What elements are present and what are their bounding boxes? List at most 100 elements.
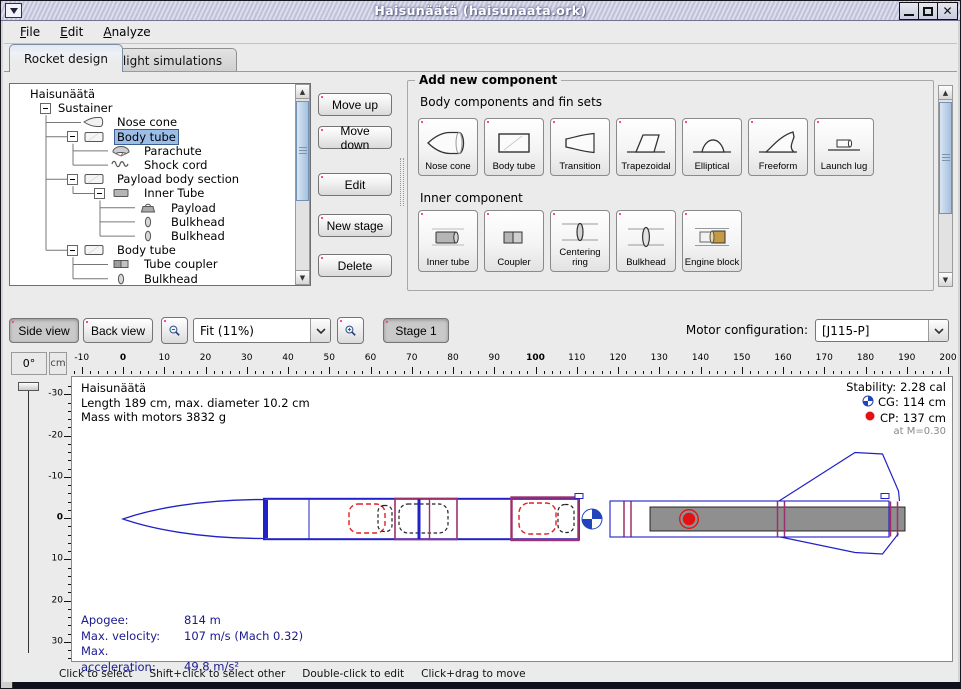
bulkhead-icon: [110, 273, 134, 285]
menu-analyze[interactable]: Analyze: [93, 22, 160, 42]
chevron-down-icon[interactable]: [310, 319, 330, 342]
back-view-button[interactable]: Back view: [83, 318, 153, 343]
launch-lug-shape[interactable]: [575, 494, 583, 499]
engine-block-icon: [690, 215, 734, 258]
component-tree[interactable]: HaisunäätäSustainerNose coneBody tubePar…: [9, 83, 311, 286]
edit-button-move-up[interactable]: Move up: [318, 93, 392, 116]
add-transition-button[interactable]: Transition: [550, 118, 610, 176]
tree-expander-icon[interactable]: [67, 131, 78, 142]
tree-item-label: Bulkhead: [169, 215, 227, 229]
body-tube-shape[interactable]: [264, 499, 579, 539]
edit-button-delete[interactable]: Delete: [318, 254, 392, 277]
tree-item[interactable]: Bulkhead: [10, 271, 294, 285]
tree-item[interactable]: Tube coupler: [10, 257, 294, 271]
status-bar: Click to selectShift+click to select oth…: [1, 665, 960, 683]
horizontal-ruler: -100102030405060708090100110120130140150…: [67, 352, 957, 375]
add-inner-tube-button[interactable]: Inner tube: [418, 210, 478, 272]
motor-configuration-label: Motor configuration:: [686, 323, 808, 337]
tree-item[interactable]: Payload body section: [10, 172, 294, 186]
tree-item[interactable]: Parachute: [10, 144, 294, 158]
edit-button-new-stage[interactable]: New stage: [318, 214, 392, 237]
add-launch-lug-button[interactable]: Launch lug: [814, 118, 874, 176]
window-menu-icon[interactable]: [5, 3, 22, 18]
rocket-info-line: Length 189 cm, max. diameter 10.2 cm: [81, 396, 310, 411]
tree-item[interactable]: Sustainer: [10, 101, 294, 115]
add-body-tube-button[interactable]: Body tube: [484, 118, 544, 176]
slider-handle[interactable]: [18, 382, 39, 391]
scroll-up-icon[interactable]: ▲: [296, 85, 309, 99]
rocket-canvas[interactable]: HaisunäätäLength 189 cm, max. diameter 1…: [71, 376, 953, 662]
transition-icon: [558, 123, 602, 162]
tree-item-label: Inner Tube: [142, 186, 206, 200]
add-coupler-button[interactable]: Coupler: [484, 210, 544, 272]
resize-grip[interactable]: [1, 682, 13, 688]
cg-icon: [862, 395, 874, 411]
add-fin-elliptical-button[interactable]: Elliptical: [682, 118, 742, 176]
tree-item[interactable]: Payload: [10, 201, 294, 215]
tree-item[interactable]: Shock cord: [10, 158, 294, 172]
component-panel-scrollbar[interactable]: ▲ ▼: [938, 85, 953, 287]
motor-configuration-select[interactable]: [J115-P]: [815, 319, 949, 342]
tree-item[interactable]: Bulkhead: [10, 215, 294, 229]
scroll-down-icon[interactable]: ▼: [939, 272, 952, 286]
rotation-angle-label: 0°: [11, 352, 47, 375]
tree-item[interactable]: Body tube: [10, 243, 294, 257]
scroll-thumb[interactable]: [939, 102, 952, 214]
tree-expander-icon[interactable]: [40, 103, 51, 114]
launch-lug-shape[interactable]: [881, 494, 889, 499]
tree-item[interactable]: Nose cone: [10, 115, 294, 129]
close-button[interactable]: ✕: [938, 3, 957, 19]
title-bar[interactable]: Haisunäätä (haisunaata.ork) ✕: [1, 1, 960, 21]
tree-item-label: Nose cone: [115, 115, 179, 129]
tab-rocket-design[interactable]: Rocket design: [9, 44, 123, 72]
minimize-button[interactable]: [900, 3, 919, 19]
add-centering-ring-button[interactable]: Centering ring: [550, 210, 610, 272]
add-engine-block-button[interactable]: Engine block: [682, 210, 742, 272]
tree-item[interactable]: Haisunäätä: [10, 87, 294, 101]
tree-expander-icon[interactable]: [94, 188, 105, 199]
tree-item[interactable]: Inner Tube: [10, 186, 294, 200]
app-window: Haisunäätä (haisunaata.ork) ✕ FileEditAn…: [0, 0, 961, 689]
rocket-info: HaisunäätäLength 189 cm, max. diameter 1…: [81, 381, 310, 425]
tree-item-label: Payload: [169, 201, 218, 215]
stability-info: Stability: 2.28 cal CG: 114 cm CP: 137 c…: [846, 380, 946, 439]
tree-scrollbar[interactable]: ▲ ▼: [295, 84, 310, 285]
scroll-thumb[interactable]: [296, 101, 309, 201]
edit-button-move-down[interactable]: Move down: [318, 126, 392, 149]
flight-stat-row: Apogee:814 m: [81, 613, 303, 629]
rotation-slider[interactable]: [11, 379, 47, 661]
scroll-down-icon[interactable]: ▼: [296, 270, 309, 284]
body-tube-icon: [83, 131, 107, 143]
component-button-label: Bulkhead: [626, 258, 666, 268]
add-bulkhead-button[interactable]: Bulkhead: [616, 210, 676, 272]
tree-item[interactable]: Body tube: [10, 130, 294, 144]
menu-edit[interactable]: Edit: [50, 22, 93, 42]
tree-expander-icon[interactable]: [67, 174, 78, 185]
tree-item[interactable]: Bulkhead: [10, 229, 294, 243]
tree-expander-icon[interactable]: [67, 245, 78, 256]
edit-button-edit[interactable]: Edit: [318, 173, 392, 196]
zoom-in-button[interactable]: [337, 317, 364, 344]
menu-file[interactable]: File: [10, 22, 50, 42]
scroll-up-icon[interactable]: ▲: [939, 86, 952, 100]
tree-item-label: Bulkhead: [142, 272, 200, 286]
view-toolbar: Side view Back view Fit (11%) Stage 1 Mo…: [1, 315, 960, 349]
body-tube-icon: [83, 173, 107, 185]
chevron-down-icon[interactable]: [928, 320, 948, 341]
component-button-label: Coupler: [497, 258, 530, 268]
status-hint: Click+drag to move: [421, 668, 525, 680]
zoom-select[interactable]: Fit (11%): [193, 318, 331, 343]
nose-cone-shape[interactable]: [123, 500, 264, 539]
inner-component-label: Inner component: [420, 191, 523, 205]
zoom-out-button[interactable]: [161, 317, 188, 344]
maximize-button[interactable]: [919, 3, 938, 19]
side-view-button[interactable]: Side view: [9, 318, 79, 343]
slider-track: [28, 389, 29, 653]
add-nose-cone-button[interactable]: Nose cone: [418, 118, 478, 176]
add-fin-freeform-button[interactable]: Freeform: [748, 118, 808, 176]
shock-cord-icon: [110, 159, 134, 171]
stage-1-toggle[interactable]: Stage 1: [383, 318, 449, 343]
tree-item-label: Body tube: [115, 243, 178, 257]
add-fin-trapezoidal-button[interactable]: Trapezoidal: [616, 118, 676, 176]
tree-item-label: Payload body section: [115, 172, 241, 186]
